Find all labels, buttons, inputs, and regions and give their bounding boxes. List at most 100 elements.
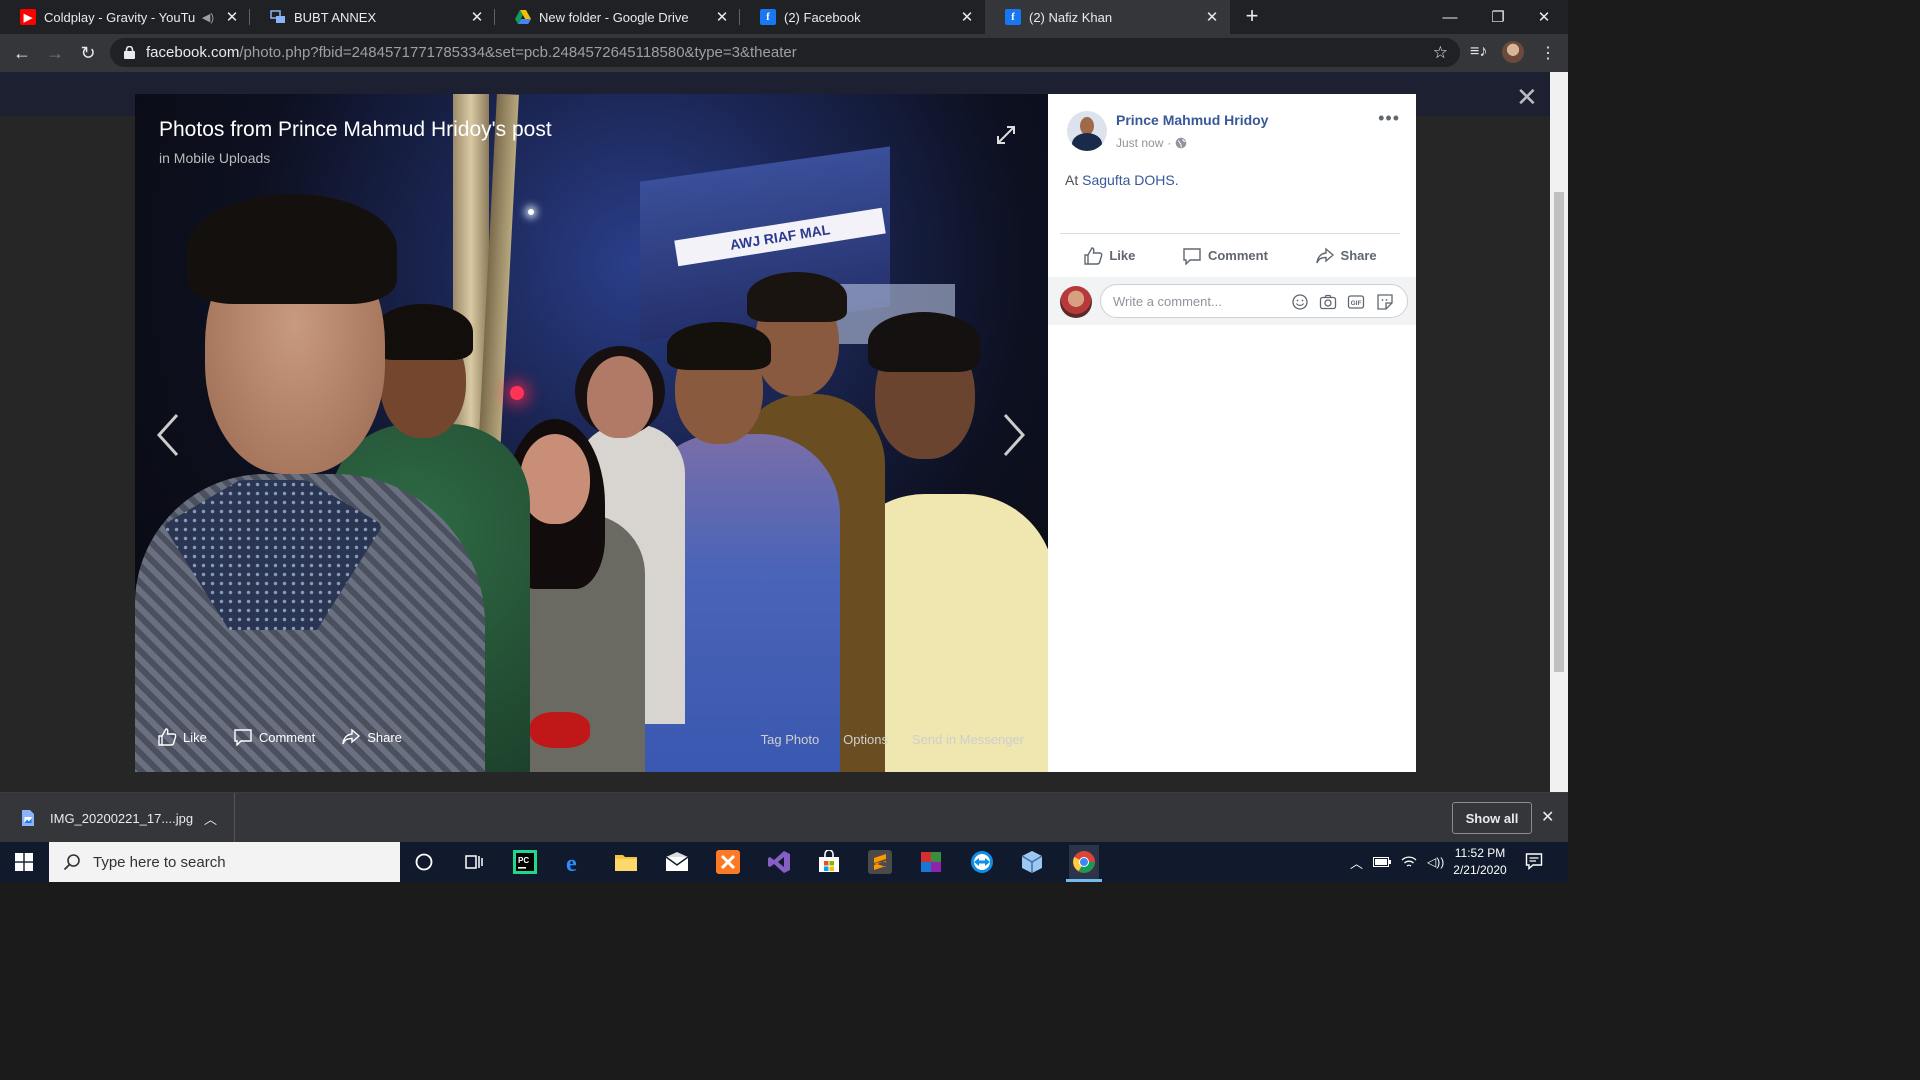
- volume-icon[interactable]: ◁)): [1427, 855, 1444, 869]
- windows-start-button[interactable]: [0, 842, 48, 882]
- file-explorer-icon[interactable]: [612, 848, 640, 876]
- pycharm-icon[interactable]: PC: [511, 848, 539, 876]
- download-item[interactable]: IMG_20200221_17....jpg ︿: [0, 793, 235, 843]
- back-button[interactable]: ←: [8, 39, 36, 67]
- comment-box[interactable]: GIF: [1100, 284, 1408, 318]
- photo-like-label: Like: [183, 729, 207, 745]
- visual-studio-icon[interactable]: [765, 848, 793, 876]
- lock-icon[interactable]: [122, 46, 136, 60]
- page-scrollbar[interactable]: [1550, 72, 1568, 792]
- audio-playing-icon[interactable]: ◀): [202, 11, 214, 24]
- tab-close-icon[interactable]: ✕: [224, 9, 240, 26]
- like-button[interactable]: Like: [1083, 246, 1135, 265]
- chrome-icon[interactable]: [1069, 845, 1099, 879]
- tab-google-drive[interactable]: New folder - Google Drive ✕: [495, 0, 740, 34]
- tab-facebook[interactable]: f (2) Facebook ✕: [740, 0, 985, 34]
- tab-title: New folder - Google Drive: [539, 9, 689, 25]
- share-label: Share: [1340, 248, 1377, 263]
- tab-close-icon[interactable]: ✕: [714, 9, 730, 26]
- svg-text:GIF: GIF: [1351, 300, 1362, 307]
- tab-nafiz-khan[interactable]: f (2) Nafiz Khan ✕: [985, 0, 1230, 34]
- sublime-text-icon[interactable]: [866, 848, 894, 876]
- new-tab-button[interactable]: +: [1240, 5, 1264, 29]
- post-actions-bar: Like Comment Share: [1060, 233, 1400, 277]
- next-photo-arrow-icon[interactable]: [1001, 412, 1027, 463]
- store-icon[interactable]: [815, 848, 843, 876]
- post-options-icon[interactable]: •••: [1378, 108, 1400, 129]
- tab-close-icon[interactable]: ✕: [1204, 9, 1220, 26]
- close-theater-icon[interactable]: ✕: [1516, 82, 1538, 113]
- restore-button[interactable]: ❐: [1474, 0, 1522, 34]
- forward-button[interactable]: →: [41, 39, 69, 67]
- options-link[interactable]: Options: [843, 732, 888, 747]
- previous-photo-arrow-icon[interactable]: [155, 412, 181, 463]
- photo-album-subtitle[interactable]: in Mobile Uploads: [159, 150, 270, 166]
- post-text: At Sagufta DOHS.: [1065, 172, 1179, 188]
- menu-dots-icon[interactable]: ⋮: [1540, 43, 1556, 63]
- thumbs-up-icon: [1084, 246, 1103, 265]
- tab-bubt-annex[interactable]: BUBT ANNEX ✕: [250, 0, 495, 34]
- post-timestamp[interactable]: Just now ·: [1116, 136, 1187, 150]
- bookmark-star-icon[interactable]: ☆: [1433, 43, 1448, 63]
- author-name-link[interactable]: Prince Mahmud Hridoy: [1116, 112, 1268, 128]
- tab-close-icon[interactable]: ✕: [959, 9, 975, 26]
- close-window-button[interactable]: ✕: [1520, 0, 1568, 34]
- camera-icon[interactable]: [1319, 293, 1337, 311]
- chevron-up-icon[interactable]: ︿: [204, 809, 217, 828]
- photo-options-links: Tag Photo Options Send in Messenger: [761, 732, 1024, 747]
- send-in-messenger-link[interactable]: Send in Messenger: [912, 732, 1024, 747]
- virtualbox-icon[interactable]: [1018, 848, 1046, 876]
- svg-text:PC: PC: [518, 856, 529, 865]
- reload-button[interactable]: ↻: [74, 39, 102, 67]
- person-hair: [187, 194, 397, 304]
- gif-icon[interactable]: GIF: [1347, 293, 1365, 311]
- address-bar[interactable]: facebook.com/photo.php?fbid=248457177178…: [110, 38, 1460, 67]
- clock-time: 11:52 PM: [1454, 846, 1506, 860]
- mail-icon[interactable]: [663, 848, 691, 876]
- wifi-icon[interactable]: [1401, 855, 1417, 869]
- url-host: facebook.com: [146, 44, 240, 61]
- media-control-icon[interactable]: ≡♪: [1470, 43, 1487, 61]
- photo-comment-button[interactable]: Comment: [233, 728, 315, 746]
- tab-close-icon[interactable]: ✕: [469, 9, 485, 26]
- share-button[interactable]: Share: [1315, 246, 1377, 265]
- sticker-icon[interactable]: [1376, 293, 1394, 311]
- browser-toolbar: ← → ↻ facebook.com/photo.php?fbid=248457…: [0, 34, 1568, 72]
- tag-photo-link[interactable]: Tag Photo: [761, 732, 820, 747]
- taskbar-clock[interactable]: 11:52 PM 2/21/2020: [1448, 845, 1512, 879]
- person-hair: [747, 272, 847, 322]
- comment-input[interactable]: [1113, 285, 1283, 317]
- tab-youtube[interactable]: ▶ Coldplay - Gravity - YouTube ◀) ✕: [0, 0, 250, 34]
- location-link[interactable]: Sagufta DOHS.: [1082, 172, 1179, 188]
- author-avatar[interactable]: [1067, 111, 1107, 151]
- photo-like-button[interactable]: Like: [157, 728, 207, 746]
- xampp-icon[interactable]: [714, 848, 742, 876]
- profile-avatar[interactable]: [1502, 41, 1524, 63]
- comment-label: Comment: [1207, 248, 1268, 263]
- person-hair: [667, 322, 771, 370]
- close-download-shelf-icon[interactable]: ✕: [1541, 807, 1554, 827]
- url-path: /photo.php?fbid=2484571771785334&set=pcb…: [239, 44, 797, 61]
- edge-icon[interactable]: e: [562, 848, 590, 876]
- person-head: [520, 434, 590, 524]
- tab-title: Coldplay - Gravity - YouTube: [44, 9, 196, 25]
- minimize-button[interactable]: ―: [1426, 0, 1474, 34]
- cortana-icon[interactable]: [410, 848, 438, 876]
- task-view-icon[interactable]: [460, 848, 488, 876]
- commenter-avatar[interactable]: [1060, 286, 1092, 318]
- taskbar-search-box[interactable]: Type here to search: [49, 842, 400, 882]
- photo-stage[interactable]: AWJ RIAF MAL Photos from Prince Mahmud H…: [135, 94, 1048, 772]
- fullscreen-expand-icon[interactable]: [995, 124, 1017, 151]
- teamviewer-icon[interactable]: [968, 848, 996, 876]
- show-all-button[interactable]: Show all: [1452, 802, 1532, 834]
- action-center-icon[interactable]: [1525, 852, 1543, 875]
- photo-share-button[interactable]: Share: [341, 728, 402, 746]
- winrar-icon[interactable]: [917, 848, 945, 876]
- emoji-icon[interactable]: [1291, 293, 1309, 311]
- comment-button[interactable]: Comment: [1182, 247, 1268, 265]
- scrollbar-thumb[interactable]: [1554, 192, 1564, 672]
- post-time-text: Just now: [1116, 136, 1164, 150]
- person-hair: [373, 304, 473, 360]
- show-hidden-icons-icon[interactable]: ︿: [1350, 853, 1363, 872]
- battery-icon[interactable]: [1373, 857, 1392, 867]
